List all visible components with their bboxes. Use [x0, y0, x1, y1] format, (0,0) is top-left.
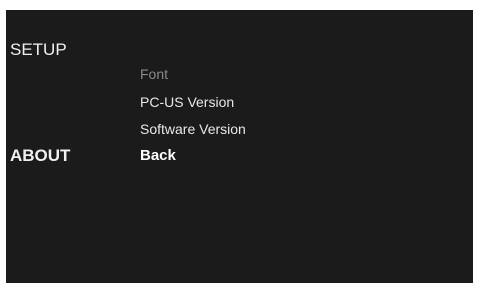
submenu-item-pc-us-version[interactable]: PC-US Version: [140, 93, 234, 111]
setup-screen: SETUP ABOUT Font PC-US Version Software …: [6, 10, 473, 283]
submenu-item-font: Font: [140, 66, 169, 82]
submenu-item-back[interactable]: Back: [140, 147, 176, 165]
menu-item-about[interactable]: ABOUT: [10, 146, 70, 166]
submenu-item-software-version[interactable]: Software Version: [140, 120, 246, 138]
menu-item-setup[interactable]: SETUP: [10, 40, 67, 60]
